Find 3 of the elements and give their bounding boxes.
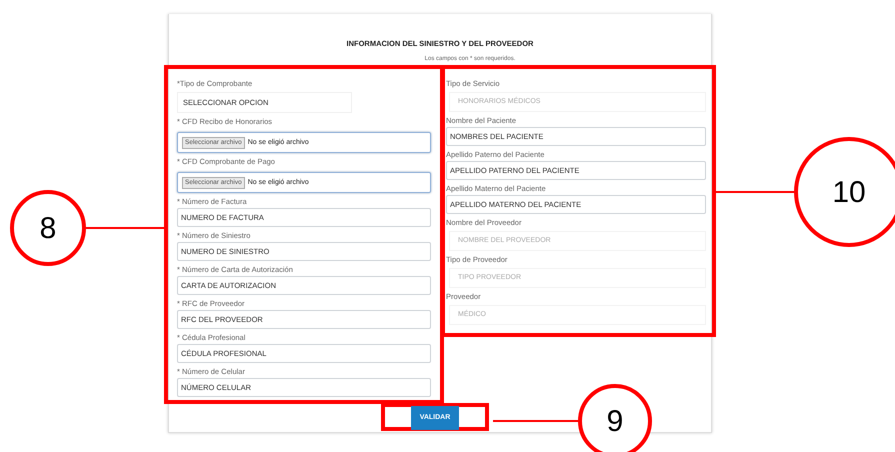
callout-number: 9 xyxy=(578,384,652,452)
callout-number: 8 xyxy=(10,190,86,266)
callout-number: 10 xyxy=(794,137,895,247)
